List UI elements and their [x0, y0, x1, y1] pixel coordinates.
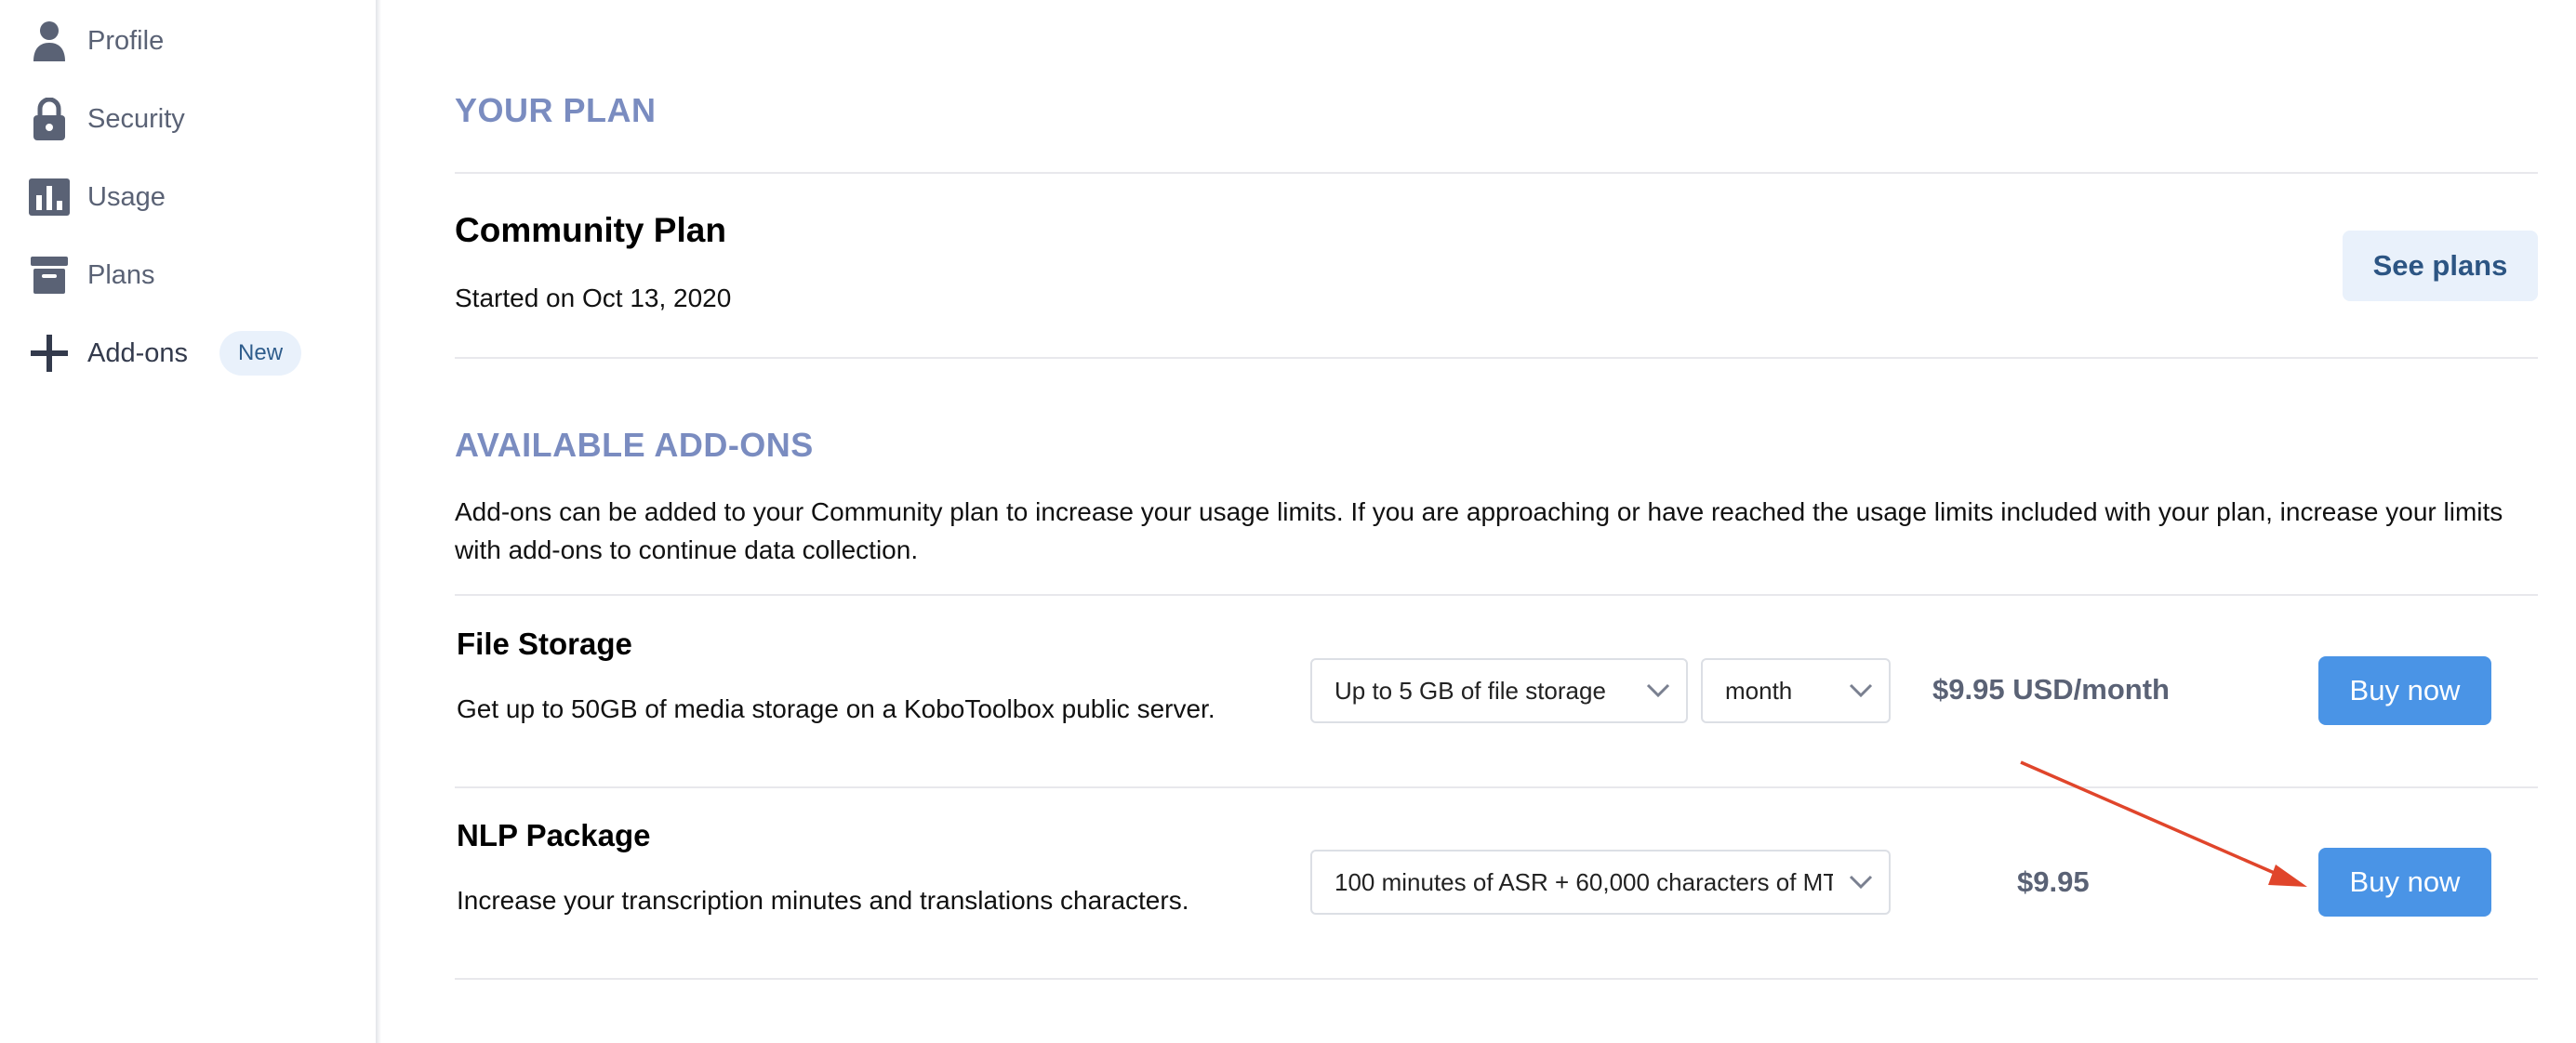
select-value: Up to 5 GB of file storage [1334, 676, 1606, 705]
chevron-down-icon [1833, 683, 1889, 698]
divider [455, 357, 2538, 359]
sidebar-item-label: Security [87, 103, 185, 134]
sidebar-item-plans[interactable]: Plans [26, 247, 155, 303]
buy-now-button[interactable]: Buy now [2318, 656, 2491, 725]
chevron-down-icon [1833, 875, 1889, 890]
plan-name: Community Plan [455, 211, 726, 249]
add-on-name: NLP Package [457, 818, 651, 852]
sidebar-item-label: Add-ons [87, 337, 189, 368]
sidebar-item-label: Usage [87, 181, 166, 212]
new-badge: New [219, 331, 302, 376]
add-on-description: Increase your transcription minutes and … [457, 886, 1189, 915]
sidebar: Profile Security Usage Plans Add-ons New [0, 0, 376, 1043]
add-on-name: File Storage [457, 627, 632, 661]
plan-start-date: Started on Oct 13, 2020 [455, 284, 732, 312]
chevron-down-icon [1630, 683, 1686, 698]
storage-amount-select[interactable]: Up to 5 GB of file storage [1310, 658, 1688, 723]
add-on-price: $9.95 [2017, 865, 2090, 898]
add-ons-description: Add-ons can be added to your Community p… [455, 497, 2503, 564]
add-on-price: $9.95 USD/month [1932, 673, 2170, 706]
divider [455, 978, 2538, 980]
select-value: month [1725, 676, 1793, 705]
your-plan-heading: YOUR PLAN [455, 91, 657, 129]
bar-chart-icon [26, 174, 73, 220]
lock-icon [26, 96, 73, 142]
sidebar-item-label: Profile [87, 25, 165, 56]
sidebar-item-add-ons[interactable]: Add-ons New [26, 325, 302, 381]
sidebar-item-usage[interactable]: Usage [26, 169, 166, 225]
add-on-description: Get up to 50GB of media storage on a Kob… [457, 694, 1215, 723]
sidebar-item-profile[interactable]: Profile [26, 13, 164, 69]
see-plans-button[interactable]: See plans [2343, 231, 2538, 301]
person-icon [26, 18, 73, 64]
select-value: 100 minutes of ASR + 60,000 characters o… [1334, 867, 1833, 896]
nlp-package-select[interactable]: 100 minutes of ASR + 60,000 characters o… [1310, 850, 1891, 915]
main-content: YOUR PLAN Community Plan Started on Oct … [455, 0, 2538, 1043]
available-add-ons-heading: AVAILABLE ADD-ONS [455, 426, 814, 464]
sidebar-divider [376, 0, 381, 1043]
plus-icon [26, 330, 73, 376]
archive-icon [26, 252, 73, 298]
sidebar-item-label: Plans [87, 259, 155, 290]
buy-now-button[interactable]: Buy now [2318, 848, 2491, 917]
page: Profile Security Usage Plans Add-ons New… [0, 0, 2576, 1043]
divider [455, 172, 2538, 174]
billing-period-select[interactable]: month [1701, 658, 1891, 723]
sidebar-item-security[interactable]: Security [26, 91, 185, 147]
divider [455, 786, 2538, 788]
divider [455, 594, 2538, 596]
